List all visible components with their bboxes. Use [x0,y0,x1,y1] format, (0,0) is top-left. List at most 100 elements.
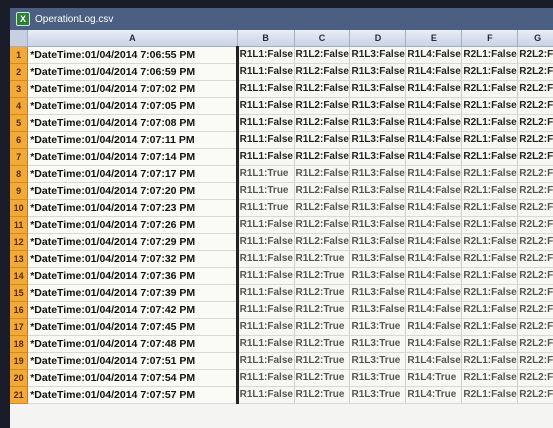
cell-a[interactable]: *DateTime:01/04/2014 7:07:08 PM [27,114,239,132]
cell-f[interactable]: R2L1:False [461,267,519,285]
cell-a[interactable]: *DateTime:01/04/2014 7:07:26 PM [27,216,239,234]
cell-c[interactable]: R1L2:True [294,301,351,319]
cell-d[interactable]: R1L3:False [349,301,407,319]
cell-e[interactable]: R1L4:False [405,97,463,115]
cell-b[interactable]: R1L1:False [237,318,295,336]
cell-a[interactable]: *DateTime:01/04/2014 7:07:39 PM [27,284,239,302]
cell-d[interactable]: R1L3:False [349,267,407,285]
cell-e[interactable]: R1L4:False [405,165,463,183]
cell-a[interactable]: *DateTime:01/04/2014 7:07:54 PM [27,369,239,387]
cell-d[interactable]: R1L3:False [349,165,407,183]
row-header[interactable]: 7 [10,148,29,166]
cell-g[interactable]: R2L2:F [517,165,553,183]
cell-f[interactable]: R2L1:False [461,352,519,370]
cell-b[interactable]: R1L1:False [237,97,295,115]
cell-c[interactable]: R1L2:False [294,131,351,149]
cell-c[interactable]: R1L2:True [294,250,351,268]
cell-f[interactable]: R2L1:False [461,386,519,404]
cell-e[interactable]: R1L4:False [405,352,463,370]
cell-a[interactable]: *DateTime:01/04/2014 7:07:48 PM [27,335,239,353]
cell-e[interactable]: R1L4:False [405,80,463,98]
cell-g[interactable]: R2L2:F [517,301,553,319]
cell-d[interactable]: R1L3:False [349,250,407,268]
cell-d[interactable]: R1L3:True [349,352,407,370]
cell-d[interactable]: R1L3:False [349,97,407,115]
cell-g[interactable]: R2L2:F [517,46,553,64]
cell-d[interactable]: R1L3:False [349,233,407,251]
cell-a[interactable]: *DateTime:01/04/2014 7:07:57 PM [27,386,239,404]
cell-f[interactable]: R2L1:False [461,63,519,81]
cell-e[interactable]: R1L4:False [405,199,463,217]
cell-e[interactable]: R1L4:False [405,114,463,132]
cell-f[interactable]: R2L1:False [461,369,519,387]
cell-a[interactable]: *DateTime:01/04/2014 7:07:17 PM [27,165,239,183]
cell-b[interactable]: R1L1:False [237,148,295,166]
cell-f[interactable]: R2L1:False [461,318,519,336]
cell-e[interactable]: R1L4:False [405,131,463,149]
cell-a[interactable]: *DateTime:01/04/2014 7:07:51 PM [27,352,239,370]
row-header[interactable]: 10 [10,199,29,217]
row-header[interactable]: 20 [10,369,29,387]
cell-b[interactable]: R1L1:False [237,301,295,319]
spreadsheet-app-icon[interactable]: X [16,12,30,26]
cell-c[interactable]: R1L2:True [294,335,351,353]
cell-f[interactable]: R2L1:False [461,335,519,353]
cell-d[interactable]: R1L3:False [349,80,407,98]
cell-c[interactable]: R1L2:False [294,148,351,166]
cell-c[interactable]: R1L2:False [294,46,351,64]
cell-d[interactable]: R1L3:True [349,318,407,336]
cell-g[interactable]: R2L2:F [517,97,553,115]
cell-c[interactable]: R1L2:False [294,80,351,98]
row-header[interactable]: 21 [10,386,29,404]
spreadsheet-grid[interactable]: A B C D E F G 1 *DateTime:01/04/2014 7:06… [10,30,553,428]
cell-a[interactable]: *DateTime:01/04/2014 7:07:32 PM [27,250,239,268]
cell-d[interactable]: R1L3:False [349,131,407,149]
cell-f[interactable]: R2L1:False [461,284,519,302]
cell-d[interactable]: R1L3:False [349,199,407,217]
column-header-b[interactable]: B [237,30,295,47]
cell-a[interactable]: *DateTime:01/04/2014 7:07:14 PM [27,148,239,166]
cell-g[interactable]: R2L2:F [517,267,553,285]
column-header-a[interactable]: A [27,30,238,47]
cell-g[interactable]: R2L2:F [517,233,553,251]
cell-e[interactable]: R1L4:False [405,284,463,302]
cell-a[interactable]: *DateTime:01/04/2014 7:06:55 PM [27,46,239,64]
cell-c[interactable]: R1L2:False [294,97,351,115]
cell-e[interactable]: R1L4:False [405,46,463,64]
cell-g[interactable]: R2L2:F [517,80,553,98]
cell-b[interactable]: R1L1:False [237,386,295,404]
cell-a[interactable]: *DateTime:01/04/2014 7:07:05 PM [27,97,239,115]
cell-c[interactable]: R1L2:False [294,199,351,217]
cell-b[interactable]: R1L1:True [237,165,295,183]
cell-e[interactable]: R1L4:False [405,318,463,336]
cell-e[interactable]: R1L4:True [405,386,463,404]
cell-b[interactable]: R1L1:False [237,352,295,370]
cell-e[interactable]: R1L4:False [405,182,463,200]
cell-b[interactable]: R1L1:True [237,182,295,200]
cell-d[interactable]: R1L3:False [349,284,407,302]
column-header-e[interactable]: E [405,30,463,47]
row-header[interactable]: 18 [10,335,29,353]
cell-f[interactable]: R2L1:False [461,182,519,200]
cell-g[interactable]: R2L2:F [517,250,553,268]
cell-b[interactable]: R1L1:False [237,63,295,81]
column-header-g[interactable]: G [517,30,553,47]
cell-g[interactable]: R2L2:F [517,352,553,370]
cell-f[interactable]: R2L1:False [461,165,519,183]
row-header[interactable]: 2 [10,63,29,81]
cell-b[interactable]: R1L1:False [237,216,295,234]
cell-c[interactable]: R1L2:True [294,318,351,336]
cell-g[interactable]: R2L2:F [517,335,553,353]
cell-e[interactable]: R1L4:False [405,301,463,319]
cell-c[interactable]: R1L2:False [294,216,351,234]
cell-f[interactable]: R2L1:False [461,97,519,115]
cell-g[interactable]: R2L2:F [517,63,553,81]
cell-g[interactable]: R2L2:F [517,284,553,302]
cell-c[interactable]: R1L2:False [294,165,351,183]
row-header[interactable]: 1 [10,46,29,64]
row-header[interactable]: 16 [10,301,29,319]
cell-b[interactable]: R1L1:False [237,114,295,132]
cell-d[interactable]: R1L3:False [349,114,407,132]
cell-f[interactable]: R2L1:False [461,80,519,98]
cell-f[interactable]: R2L1:False [461,131,519,149]
